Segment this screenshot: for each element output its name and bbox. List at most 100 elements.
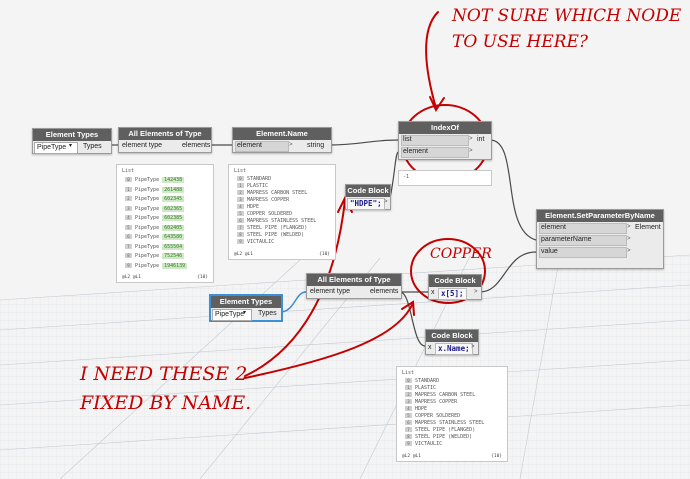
- list-index: 9: [405, 441, 412, 446]
- level-indicator: @L2 @L1: [122, 275, 141, 280]
- code-input-field[interactable]: "HDPE";: [347, 198, 385, 210]
- list-item: 1 PipeType 261488: [125, 186, 185, 194]
- list-index: 2: [405, 392, 412, 397]
- list-input[interactable]: list: [403, 135, 412, 145]
- chevron-down-icon: ▾: [69, 143, 73, 149]
- list-item: 3 MAPRESS COPPER: [237, 197, 289, 204]
- node-title: Code Block: [426, 330, 478, 342]
- list-item: 8 STEEL PIPE (WELDED): [405, 434, 472, 441]
- element-input[interactable]: element: [541, 223, 566, 233]
- types-output[interactable]: Types: [83, 142, 102, 152]
- element-id-badge[interactable]: 602385: [162, 215, 185, 221]
- list-item: 7 PipeType 655504: [125, 243, 185, 251]
- types-output[interactable]: Types: [258, 309, 277, 319]
- list-index: 8: [405, 434, 412, 439]
- element-output[interactable]: Element: [635, 223, 661, 233]
- elements-output[interactable]: elements: [370, 287, 398, 297]
- element-id-badge[interactable]: 602365: [162, 205, 185, 212]
- element-name-node[interactable]: Element.Name element > string: [232, 127, 332, 153]
- code-input-field[interactable]: x[5];: [438, 288, 467, 300]
- list-index: 5: [405, 413, 412, 418]
- list-index: 8: [237, 232, 244, 237]
- list-index: 8: [125, 253, 132, 258]
- names-watch-panel-2: List 0 STANDARD 1 PLASTIC 2 MAPRESS CARBON ST…: [396, 366, 508, 462]
- element-id-badge[interactable]: 602405: [162, 224, 185, 231]
- list-item-label: COPPER SOLDERED: [247, 211, 293, 217]
- list-index: 0: [405, 378, 412, 383]
- x-input[interactable]: x: [428, 343, 432, 353]
- chevron-down-icon: ▾: [243, 310, 247, 316]
- string-output[interactable]: string: [307, 141, 324, 151]
- list-item-label: MAPRESS COPPER: [247, 197, 290, 203]
- all-elements-of-type-node-2[interactable]: All Elements of Type element type elemen…: [306, 273, 402, 299]
- annotation-copper: COPPER: [430, 246, 492, 262]
- list-index: 3: [405, 399, 412, 404]
- list-item: 6 PipeType 643580: [125, 234, 185, 241]
- list-index: 1: [237, 183, 244, 188]
- element-types-node-2[interactable]: Element Types PipeType ▾ Types: [210, 295, 282, 321]
- set-parameter-by-name-node[interactable]: Element.SetParameterByName element param…: [536, 209, 664, 269]
- element-type-input[interactable]: element type: [310, 287, 350, 297]
- value-input[interactable]: value: [541, 247, 558, 257]
- chevron-right-icon: >: [471, 344, 475, 350]
- list-item: 4 HDPE: [237, 204, 259, 211]
- list-index: 9: [237, 239, 244, 244]
- list-item-label: STEEL PIPE (WELDED): [247, 232, 305, 238]
- list-index: 6: [125, 234, 132, 239]
- list-item: 2 MAPRESS CARBON STEEL: [405, 392, 475, 399]
- indexof-node[interactable]: IndexOf list element > > int: [398, 121, 492, 160]
- element-input[interactable]: element: [403, 147, 428, 157]
- list-item: 6 MAPRESS STAINLESS STEEL: [405, 420, 484, 427]
- list-item: 4 PipeType 602385: [125, 215, 185, 222]
- list-index: 5: [125, 224, 132, 230]
- list-item-label: HDPE: [415, 406, 428, 412]
- all-elements-of-type-node-1[interactable]: All Elements of Type element type elemen…: [118, 127, 212, 153]
- list-item-label: PipeType: [135, 205, 160, 212]
- x-input[interactable]: x: [431, 288, 435, 298]
- code-input-field[interactable]: x.Name;: [435, 343, 473, 355]
- list-item-label: PipeType: [135, 186, 160, 193]
- list-item-label: HDPE: [247, 204, 260, 210]
- list-index: 1: [405, 385, 412, 390]
- list-item: 1 PLASTIC: [237, 183, 268, 190]
- code-block-node-index[interactable]: Code Block x x[5]; >: [428, 274, 482, 300]
- list-item-label: PipeType: [135, 234, 160, 240]
- element-id-badge[interactable]: 655504: [162, 243, 185, 250]
- list-index: 6: [237, 218, 244, 223]
- chevron-right-icon: >: [384, 199, 388, 205]
- list-item-label: PipeType: [135, 215, 160, 221]
- int-output[interactable]: int: [477, 135, 484, 145]
- node-title: Element.Name: [233, 128, 331, 140]
- annotation-bottom-line1: I NEED THESE 2: [80, 363, 248, 385]
- element-id-badge[interactable]: 1946139: [162, 262, 188, 269]
- element-id-badge[interactable]: 602345: [162, 196, 185, 202]
- list-index: 7: [125, 243, 132, 249]
- names-watch-panel-1: List 0 STANDARD 1 PLASTIC 2 MAPRESS CARBON ST…: [228, 164, 336, 260]
- element-type-input[interactable]: element type: [122, 141, 162, 151]
- code-block-node-hdpe[interactable]: Code Block "HDPE"; >: [345, 184, 391, 210]
- list-item: 0 STANDARD: [405, 378, 439, 385]
- list-index: 3: [237, 197, 244, 202]
- node-title: All Elements of Type: [119, 128, 211, 140]
- code-block-node-name[interactable]: Code Block x x.Name; >: [425, 329, 479, 355]
- list-item-label: STANDARD: [247, 176, 272, 182]
- list-item: 7 STEEL PIPE (FLANGED): [405, 427, 475, 434]
- list-item-label: PLASTIC: [415, 385, 437, 391]
- element-types-node-1[interactable]: Element Types PipeType ▾ Types: [32, 128, 112, 154]
- element-id-badge[interactable]: 643580: [162, 234, 185, 240]
- item-count: {10}: [491, 454, 502, 459]
- parameter-name-input[interactable]: parameterName: [541, 235, 592, 245]
- list-item: 8 STEEL PIPE (WELDED): [237, 232, 304, 239]
- node-title: Element Types: [211, 296, 281, 308]
- elements-output[interactable]: elements: [182, 141, 210, 151]
- list-index: 2: [125, 196, 132, 201]
- element-id-badge[interactable]: 261488: [162, 186, 185, 193]
- indexof-preview: -1: [398, 170, 492, 186]
- element-id-badge[interactable]: 752546: [162, 253, 185, 259]
- list-header: List: [122, 168, 135, 174]
- list-item: 3 MAPRESS COPPER: [405, 399, 457, 406]
- element-input[interactable]: element: [237, 141, 262, 151]
- element-id-badge[interactable]: 142438: [162, 177, 185, 183]
- chevron-right-icon: >: [627, 224, 631, 230]
- list-header: List: [234, 168, 247, 174]
